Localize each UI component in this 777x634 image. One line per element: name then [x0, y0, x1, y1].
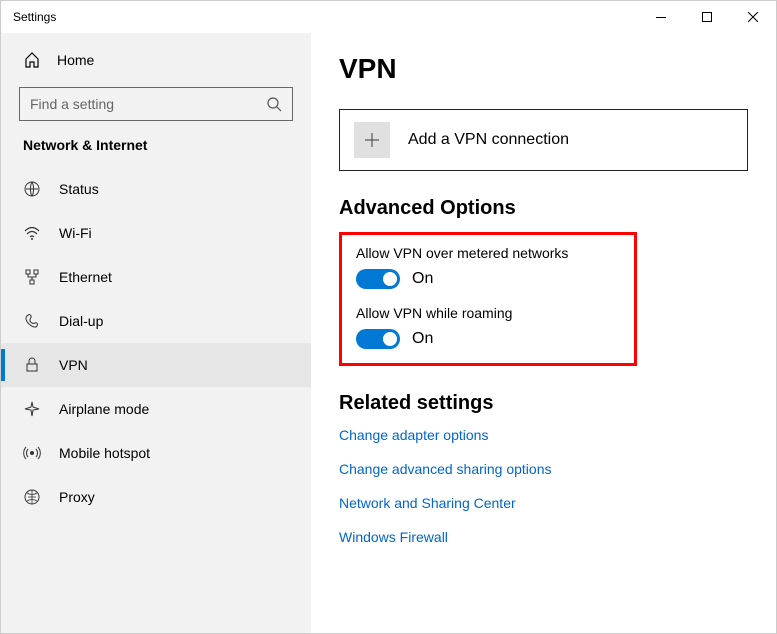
content-area: VPN Add a VPN connection Advanced Option… — [311, 33, 776, 633]
related-heading: Related settings — [339, 392, 748, 415]
metered-label: Allow VPN over metered networks — [356, 245, 620, 261]
sidebar-item-vpn[interactable]: VPN — [1, 343, 311, 387]
highlight-box: Allow VPN over metered networks On Allow… — [339, 232, 637, 366]
sidebar-item-proxy[interactable]: Proxy — [1, 475, 311, 519]
search-placeholder: Find a setting — [30, 96, 114, 112]
vpn-icon — [23, 356, 41, 374]
sidebar-item-label: Dial-up — [59, 313, 103, 329]
sidebar-item-label: Airplane mode — [59, 401, 149, 417]
link-firewall[interactable]: Windows Firewall — [339, 529, 748, 545]
status-icon — [23, 180, 41, 198]
sidebar-item-ethernet[interactable]: Ethernet — [1, 255, 311, 299]
advanced-heading: Advanced Options — [339, 197, 748, 220]
dialup-icon — [23, 312, 41, 330]
roaming-state: On — [412, 330, 433, 348]
link-network-center[interactable]: Network and Sharing Center — [339, 495, 748, 511]
sidebar-section-title: Network & Internet — [1, 137, 311, 167]
sidebar-item-hotspot[interactable]: Mobile hotspot — [1, 431, 311, 475]
link-sharing-options[interactable]: Change advanced sharing options — [339, 461, 748, 477]
sidebar-item-label: Status — [59, 181, 99, 197]
plus-icon — [354, 122, 390, 158]
sidebar-item-label: VPN — [59, 357, 88, 373]
sidebar: Home Find a setting Network & Internet S… — [1, 33, 311, 633]
sidebar-item-status[interactable]: Status — [1, 167, 311, 211]
home-nav[interactable]: Home — [1, 41, 311, 79]
search-input[interactable]: Find a setting — [19, 87, 293, 121]
title-bar: Settings — [1, 1, 776, 33]
hotspot-icon — [23, 444, 41, 462]
sidebar-item-dialup[interactable]: Dial-up — [1, 299, 311, 343]
sidebar-item-wifi[interactable]: Wi-Fi — [1, 211, 311, 255]
sidebar-item-label: Mobile hotspot — [59, 445, 150, 461]
sidebar-item-label: Proxy — [59, 489, 95, 505]
wifi-icon — [23, 224, 41, 242]
home-icon — [23, 51, 41, 69]
maximize-button[interactable] — [684, 1, 730, 33]
minimize-button[interactable] — [638, 1, 684, 33]
roaming-label: Allow VPN while roaming — [356, 305, 620, 321]
metered-state: On — [412, 270, 433, 288]
roaming-toggle[interactable] — [356, 329, 400, 349]
sidebar-item-label: Ethernet — [59, 269, 112, 285]
sidebar-item-airplane[interactable]: Airplane mode — [1, 387, 311, 431]
home-label: Home — [57, 52, 94, 68]
proxy-icon — [23, 488, 41, 506]
search-icon — [266, 96, 282, 112]
window-title: Settings — [13, 10, 56, 24]
sidebar-item-label: Wi-Fi — [59, 225, 92, 241]
link-adapter-options[interactable]: Change adapter options — [339, 427, 748, 443]
ethernet-icon — [23, 268, 41, 286]
add-vpn-button[interactable]: Add a VPN connection — [339, 109, 748, 171]
close-button[interactable] — [730, 1, 776, 33]
airplane-icon — [23, 400, 41, 418]
page-title: VPN — [339, 53, 748, 85]
metered-toggle[interactable] — [356, 269, 400, 289]
add-vpn-label: Add a VPN connection — [408, 131, 569, 149]
